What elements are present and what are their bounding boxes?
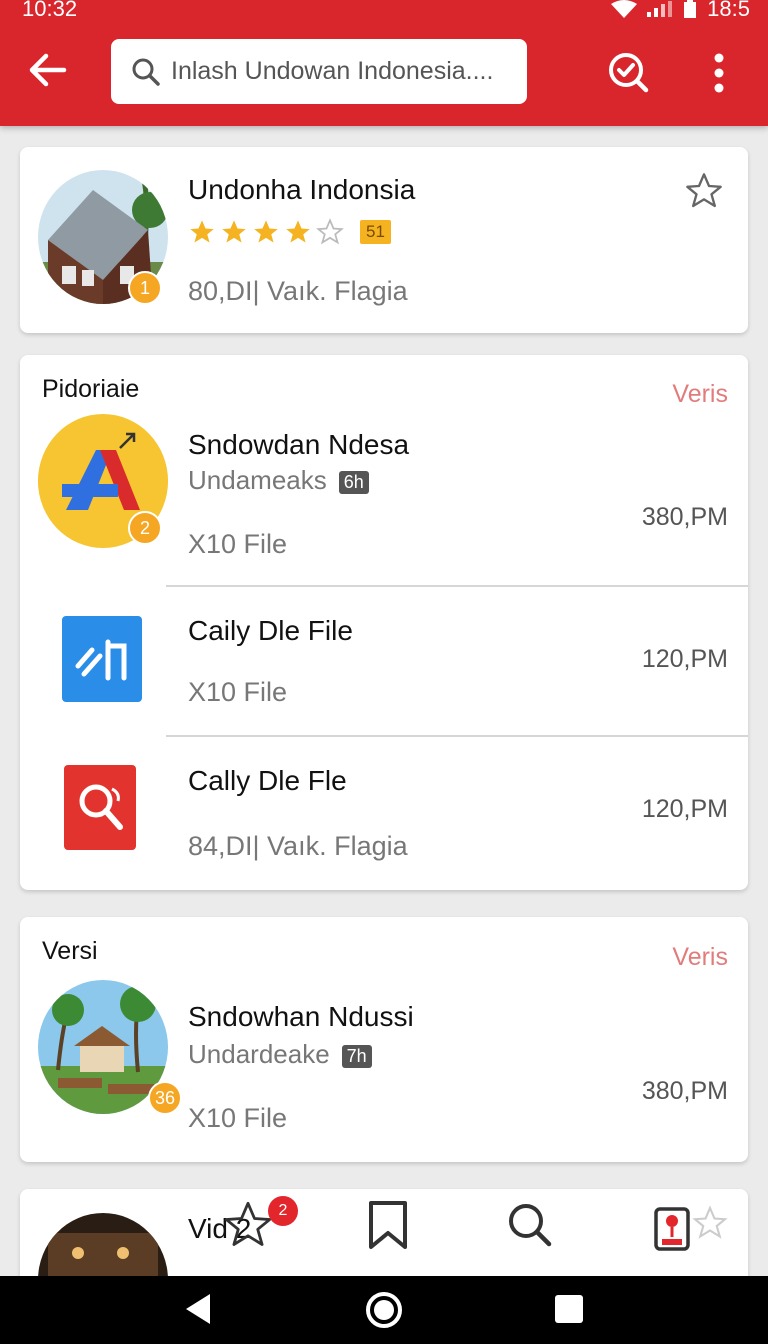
signal-icon bbox=[647, 1, 673, 17]
item-subtitle-text: Undameaks bbox=[188, 465, 327, 495]
avatar-badge: 1 bbox=[128, 271, 162, 305]
star-outline-icon bbox=[224, 1201, 272, 1246]
app-icon-red bbox=[64, 765, 136, 850]
item-meta: X10 File bbox=[188, 1103, 288, 1133]
back-arrow-icon[interactable] bbox=[26, 50, 72, 90]
item-price: 380,PM bbox=[641, 1077, 728, 1105]
search-check-icon[interactable] bbox=[606, 50, 650, 94]
avatar-badge: 36 bbox=[148, 1081, 182, 1115]
star-filled-icon bbox=[190, 220, 214, 243]
system-nav-bar bbox=[0, 1276, 768, 1344]
app-bar: 10:32 18:5 Inlash Undowan Indonesia.... bbox=[0, 0, 768, 126]
tab-location[interactable] bbox=[642, 1190, 702, 1260]
favorite-star-icon[interactable] bbox=[684, 171, 724, 211]
search-icon bbox=[132, 58, 160, 86]
more-vert-icon[interactable] bbox=[708, 52, 730, 94]
notification-badge: 2 bbox=[268, 1196, 298, 1226]
section-title: Pidoriaie bbox=[42, 375, 140, 403]
tab-favorites[interactable] bbox=[218, 1190, 278, 1260]
item-subtitle: Undameaks 6h bbox=[188, 465, 369, 496]
item-price: 120,PM bbox=[641, 795, 728, 823]
bottom-tab-bar bbox=[0, 1190, 768, 1276]
section-title: Versi bbox=[42, 937, 98, 965]
item-meta: X10 File bbox=[188, 677, 288, 707]
wifi-icon bbox=[611, 0, 638, 18]
rating-stars: 51 bbox=[188, 218, 391, 246]
star-filled-icon bbox=[254, 220, 278, 243]
tab-search[interactable] bbox=[500, 1190, 560, 1260]
search-icon bbox=[509, 1204, 552, 1247]
item-title: Sndowhan Ndussi bbox=[188, 1001, 414, 1032]
battery-icon bbox=[684, 0, 697, 18]
section-card-2: Versi Veris 36 Sndowhan Ndussi Undardeak… bbox=[20, 917, 748, 1162]
nav-back-icon[interactable] bbox=[182, 1292, 214, 1326]
item-meta: 84,DI| Vaık. Flagia bbox=[188, 831, 408, 861]
item-subtitle-text: Undardeake bbox=[188, 1039, 330, 1069]
featured-title: Undonha Indonsia bbox=[188, 174, 416, 205]
featured-meta: 80,DI| Vaık. Flagia bbox=[188, 276, 408, 306]
time-tag: 7h bbox=[341, 1044, 372, 1068]
list-item[interactable]: 36 Sndowhan Ndussi Undardeake 7h X10 File… bbox=[20, 967, 748, 1157]
time-tag: 6h bbox=[338, 470, 369, 494]
tab-bookmarks[interactable] bbox=[358, 1190, 418, 1260]
item-title: Caily Dle File bbox=[188, 615, 353, 646]
featured-card[interactable]: 1 Undonha Indonsia 51 80,DI| Vaık. Flagi… bbox=[20, 147, 748, 333]
list-item[interactable]: 2 Sndowdan Ndesa Undameaks 6h X10 File 38… bbox=[20, 405, 748, 585]
avatar-badge: 2 bbox=[128, 511, 162, 545]
list-item[interactable]: Cally Dle Fle 84,DI| Vaık. Flagia 120,PM bbox=[20, 737, 748, 887]
item-title: Cally Dle Fle bbox=[188, 765, 347, 796]
section-card-1: Pidoriaie Veris 2 Sndowdan Ndesa Undamea… bbox=[20, 355, 748, 890]
list-item[interactable]: Caily Dle File X10 File 120,PM bbox=[20, 587, 748, 735]
item-price: 380,PM bbox=[641, 503, 728, 531]
item-meta: X10 File bbox=[188, 529, 288, 559]
star-filled-icon bbox=[286, 220, 310, 243]
item-price: 120,PM bbox=[641, 645, 728, 673]
location-pin-icon bbox=[654, 1207, 690, 1251]
rating-chip: 51 bbox=[360, 220, 391, 244]
search-input[interactable]: Inlash Undowan Indonesia.... bbox=[111, 39, 527, 104]
search-text: Inlash Undowan Indonesia.... bbox=[171, 57, 494, 85]
status-time: 10:32 bbox=[22, 0, 78, 21]
app-icon-blue bbox=[62, 616, 142, 702]
status-icons: 18:5 bbox=[611, 0, 750, 22]
nav-recents-icon[interactable] bbox=[554, 1294, 584, 1324]
item-title: Sndowdan Ndesa bbox=[188, 429, 410, 460]
status-clock-right: 18:5 bbox=[707, 0, 750, 21]
nav-home-icon[interactable] bbox=[364, 1290, 404, 1330]
star-filled-icon bbox=[222, 220, 246, 243]
bookmark-icon bbox=[369, 1201, 407, 1249]
item-subtitle: Undardeake 7h bbox=[188, 1039, 372, 1070]
star-empty-icon bbox=[316, 218, 344, 245]
